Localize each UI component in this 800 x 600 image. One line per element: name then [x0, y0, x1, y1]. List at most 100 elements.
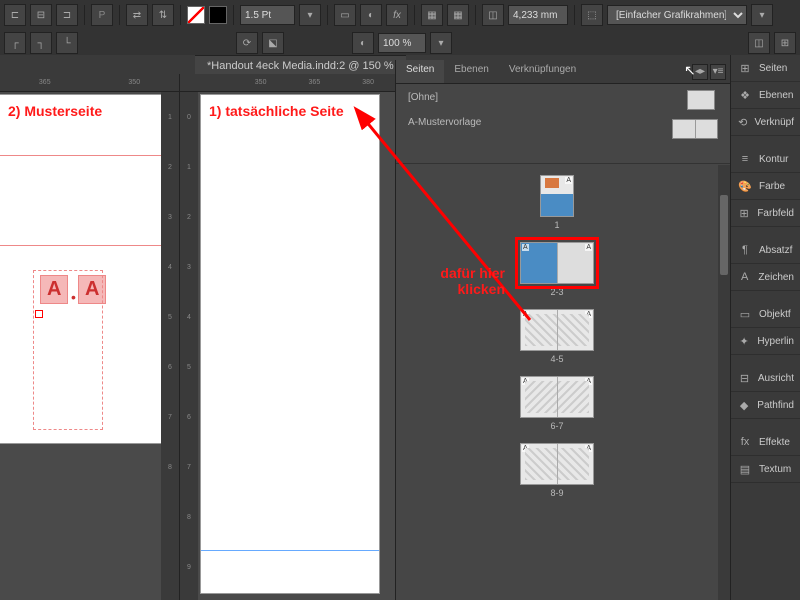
panel-icon: ❖: [737, 88, 753, 102]
master-a-thumb[interactable]: [672, 119, 718, 139]
tool-extra2-icon[interactable]: ⊞: [774, 32, 796, 54]
frame-type-select[interactable]: [Einfacher Grafikrahmen]: [607, 5, 747, 25]
ruler-vertical-left: 12345678: [161, 92, 179, 600]
dropdown-icon[interactable]: ▾: [299, 4, 321, 26]
dropdown2-icon[interactable]: ▾: [751, 4, 773, 26]
panel-menu-icon[interactable]: ▾≡: [710, 64, 726, 80]
page-thumb-1[interactable]: A: [540, 175, 574, 217]
page-thumb-6-7-wrap: AA 6-7: [396, 376, 718, 431]
fx-shadow-icon[interactable]: ◐: [360, 4, 382, 26]
panel-ausricht[interactable]: ⊟ Ausricht: [731, 365, 800, 392]
panel-pathfind[interactable]: ◆ Pathfind: [731, 392, 800, 419]
page-thumb-4-5[interactable]: AA: [520, 309, 594, 351]
actual-page[interactable]: 1) tatsächliche Seite: [200, 94, 380, 594]
align-left-icon[interactable]: ⊏: [4, 4, 26, 26]
panel-label: Absatzf: [759, 245, 792, 256]
text-frame-icon[interactable]: P: [91, 4, 113, 26]
tab-verknuepfungen[interactable]: Verknüpfungen: [499, 60, 586, 83]
corner-icon[interactable]: ⬚: [581, 4, 603, 26]
panel-seiten[interactable]: ⊞Seiten: [731, 55, 800, 82]
panel-objektf[interactable]: ▭Objektf: [731, 301, 800, 328]
panel-kontur[interactable]: ≡Kontur: [731, 146, 800, 173]
corner-tr-icon[interactable]: ┐: [30, 32, 52, 54]
panel-icon: 🎨: [737, 179, 753, 193]
shear-icon[interactable]: ⬕: [262, 32, 284, 54]
panel-verknüpf[interactable]: ⟲ Verknüpf: [731, 109, 800, 136]
panel-icon: ⊞: [737, 206, 751, 220]
wrap-none-icon[interactable]: ▦: [421, 4, 443, 26]
panel-ebenen[interactable]: ❖ Ebenen: [731, 82, 800, 109]
right-panel-strip: ⊞Seiten ❖ Ebenen ⟲ Verknüpf ≡Kontur 🎨 Farbe ⊞ Far…: [730, 55, 800, 600]
page-num-8-9: 8-9: [550, 488, 563, 498]
panel-zeichen[interactable]: A Zeichen: [731, 264, 800, 291]
panel-label: Pathfind: [757, 400, 794, 411]
pages-list: A 1 AA 2-3 AA 4-5 AA 6-7 AA 8-9: [396, 165, 718, 600]
panel-label: Ebenen: [759, 90, 793, 101]
panel-icon: ⟲: [737, 115, 749, 129]
flip-h-icon[interactable]: ⇄: [126, 4, 148, 26]
panel-label: Farbe: [759, 181, 785, 192]
flip-v-icon[interactable]: ⇅: [152, 4, 174, 26]
panel-icon: ◆: [737, 398, 751, 412]
zoom-input[interactable]: [378, 33, 426, 53]
page-thumb-8-9-wrap: AA 8-9: [396, 443, 718, 498]
panel-textum[interactable]: ▤ Textum: [731, 456, 800, 483]
align-right-icon[interactable]: ⊐: [56, 4, 78, 26]
tab-ebenen[interactable]: Ebenen: [444, 60, 498, 83]
panel-icon: ▤: [737, 462, 753, 476]
align-center-icon[interactable]: ⊟: [30, 4, 52, 26]
master-none[interactable]: [Ohne]: [408, 92, 718, 103]
panel-farbe[interactable]: 🎨 Farbe: [731, 173, 800, 200]
wrap-bound-icon[interactable]: ▦: [447, 4, 469, 26]
master-none-thumb[interactable]: [687, 90, 715, 110]
panel-label: Hyperlin: [757, 336, 794, 347]
panel-label: Kontur: [759, 154, 788, 165]
panel-label: Verknüpf: [755, 117, 794, 128]
panel-label: Ausricht: [758, 373, 794, 384]
page-num-1: 1: [554, 220, 559, 230]
stroke-swatch[interactable]: [209, 6, 227, 24]
panel-label: Effekte: [759, 437, 790, 448]
zoom-dropdown-icon[interactable]: ▾: [430, 32, 452, 54]
canvas-actual-view: 350365380 0123456789 1) tatsächliche Sei…: [180, 74, 395, 600]
panel-farbfeld[interactable]: ⊞ Farbfeld: [731, 200, 800, 227]
pages-scrollbar[interactable]: [718, 165, 730, 600]
corner-bl-icon[interactable]: └: [56, 32, 78, 54]
panel-absatzf[interactable]: ¶Absatzf: [731, 237, 800, 264]
master-pages-section: [Ohne] A-Mustervorlage: [396, 84, 730, 164]
page-num-2-3: 2-3: [550, 287, 563, 297]
page-thumb-8-9[interactable]: AA: [520, 443, 594, 485]
page-thumb-2-3[interactable]: AA: [520, 242, 594, 284]
fill-swatch[interactable]: [187, 6, 205, 24]
panel-label: Textum: [759, 464, 791, 475]
fx-label-icon[interactable]: fx: [386, 4, 408, 26]
document-tab[interactable]: *Handout 4eck Media.indd:2 @ 150 %: [195, 55, 406, 76]
page-num-4-5: 4-5: [550, 354, 563, 364]
stroke-weight-input[interactable]: [240, 5, 295, 25]
panel-label: Objektf: [759, 309, 791, 320]
panel-icon: ⊟: [737, 371, 752, 385]
fx-rect-icon[interactable]: ▭: [334, 4, 356, 26]
panel-icon: ⊞: [737, 61, 753, 75]
panel-label: Farbfeld: [757, 208, 794, 219]
ruler-horizontal-right: 350365380: [180, 74, 395, 92]
control-toolbar: ⊏ ⊟ ⊐ P ⇄ ⇅ ▾ ▭ ◐ fx ▦ ▦ ◫ ⬚ [Einfacher …: [0, 0, 800, 55]
annotation-actual: 1) tatsächliche Seite: [209, 103, 344, 119]
ruler-horizontal-left: 365350: [0, 74, 179, 92]
canvas-master-view: 365350 2) Musterseite A • A 12345678: [0, 74, 180, 600]
panel-icon: A: [737, 270, 752, 284]
mouse-cursor-icon: ↖: [684, 62, 696, 79]
panel-effekte[interactable]: fxEffekte: [731, 429, 800, 456]
rotate-icon[interactable]: ⟳: [236, 32, 258, 54]
annotation-click-here: dafür hier klicken: [395, 265, 505, 297]
crop-icon[interactable]: ◫: [482, 4, 504, 26]
measure-input[interactable]: [508, 5, 568, 25]
panel-hyperlin[interactable]: ✦Hyperlin: [731, 328, 800, 355]
tool-extra1-icon[interactable]: ◫: [748, 32, 770, 54]
panel-label: Zeichen: [758, 272, 794, 283]
corner-tl-icon[interactable]: ┌: [4, 32, 26, 54]
master-page[interactable]: 2) Musterseite A • A: [0, 94, 175, 444]
tab-seiten[interactable]: Seiten: [396, 60, 444, 83]
page-thumb-6-7[interactable]: AA: [520, 376, 594, 418]
opacity-icon[interactable]: ◐: [352, 32, 374, 54]
